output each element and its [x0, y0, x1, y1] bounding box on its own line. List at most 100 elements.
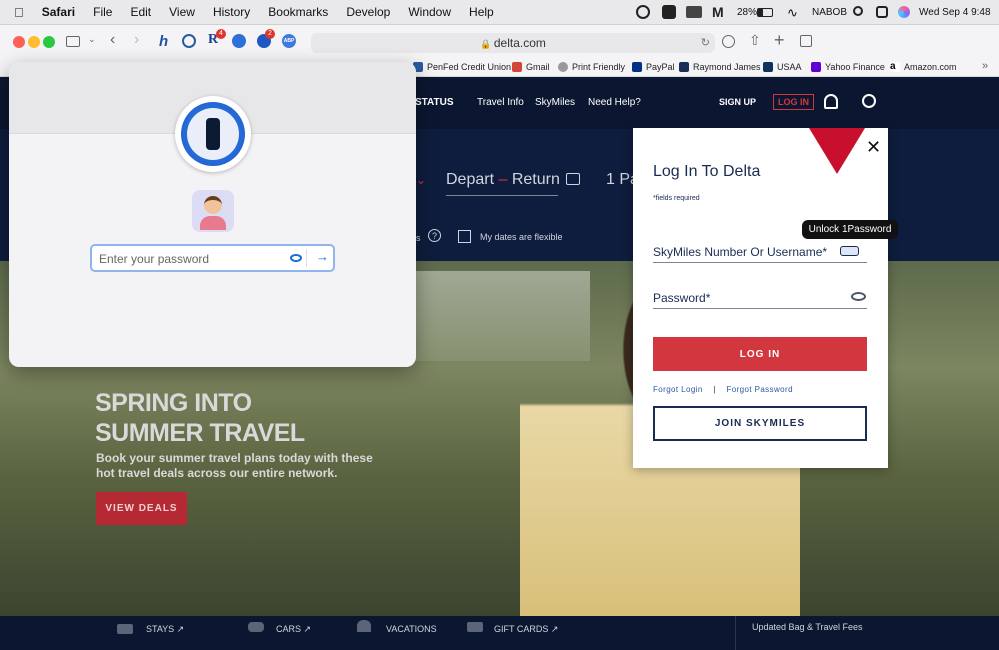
- close-window-button[interactable]: [13, 36, 25, 48]
- bell-icon[interactable]: [824, 94, 838, 109]
- bookmark-gmail[interactable]: Gmail: [512, 62, 550, 72]
- eye-icon[interactable]: [290, 254, 302, 262]
- bookmark-paypal[interactable]: PayPal: [632, 62, 675, 72]
- onepassword-menu-icon[interactable]: [636, 5, 650, 19]
- nav-status[interactable]: STATUS: [415, 97, 454, 108]
- calendar-icon[interactable]: [566, 173, 580, 185]
- input-divider: [306, 249, 307, 267]
- footer-stays[interactable]: STAYS ↗: [146, 624, 184, 635]
- menu-view[interactable]: View: [160, 0, 204, 25]
- nav-sign-up[interactable]: SIGN UP: [719, 97, 756, 107]
- username-label[interactable]: SkyMiles Number Or Username*: [653, 245, 827, 259]
- chevron-down-icon[interactable]: ⌄: [88, 34, 96, 45]
- close-icon[interactable]: ✕: [866, 137, 881, 158]
- date-underline: [446, 195, 558, 196]
- menu-app-name[interactable]: Safari: [33, 0, 84, 25]
- nav-need-help[interactable]: Need Help?: [588, 97, 641, 108]
- battery-icon[interactable]: [757, 8, 773, 17]
- login-button[interactable]: LOG IN: [653, 337, 867, 371]
- login-modal: ✕ Log In To Delta *fields required SkyMi…: [633, 128, 888, 468]
- bookmark-print-friendly[interactable]: Print Friendly: [558, 62, 625, 72]
- extension-r-badge: 4: [216, 29, 226, 39]
- delta-logo: [809, 128, 865, 174]
- password-label[interactable]: Password*: [653, 291, 710, 305]
- forward-icon[interactable]: ›: [134, 31, 139, 49]
- password-underline: [653, 308, 867, 309]
- password-input[interactable]: Enter your password →: [90, 244, 335, 272]
- share-icon[interactable]: ⇧: [749, 32, 761, 49]
- nav-travel-info[interactable]: Travel Info: [477, 97, 524, 108]
- bookmark-usaa[interactable]: USAA: [763, 62, 802, 72]
- extension-menu-icon[interactable]: [662, 5, 676, 19]
- bookmark-penfed[interactable]: PenFed Credit Union: [413, 62, 511, 72]
- help-icon[interactable]: ?: [428, 229, 441, 242]
- menu-edit[interactable]: Edit: [121, 0, 160, 25]
- tab-overview-icon[interactable]: [800, 35, 812, 47]
- menu-history[interactable]: History: [204, 0, 259, 25]
- bookmark-amazon[interactable]: a Amazon.com: [890, 62, 957, 72]
- clock[interactable]: Wed Sep 4 9:48: [919, 0, 991, 25]
- fields-required-note: *fields required: [653, 195, 700, 202]
- forgot-password-link[interactable]: Forgot Password: [726, 385, 792, 394]
- login-title: Log In To Delta: [653, 163, 761, 180]
- depart-field[interactable]: Depart – Return: [446, 171, 560, 189]
- footer-vacations[interactable]: VACATIONS: [386, 624, 437, 634]
- hero-title: SPRING INTO SUMMER TRAVEL: [95, 389, 305, 447]
- menu-develop[interactable]: Develop: [337, 0, 399, 25]
- control-center-icon[interactable]: [876, 6, 888, 18]
- back-icon[interactable]: ‹: [110, 31, 115, 49]
- onepassword-extension-icon[interactable]: [182, 34, 196, 48]
- flexible-dates-checkbox[interactable]: [458, 230, 471, 243]
- forgot-login-link[interactable]: Forgot Login: [653, 385, 703, 394]
- url-text: delta.com: [493, 36, 546, 50]
- bookmark-raymond-james[interactable]: Raymond James: [679, 62, 761, 72]
- chevron-down-icon[interactable]: ⌄: [416, 173, 426, 187]
- palm-tree-icon: [357, 620, 371, 632]
- arrow-right-icon[interactable]: →: [316, 249, 329, 264]
- menu-file[interactable]: File: [84, 0, 121, 25]
- address-bar[interactable]: 🔒 delta.com ↻: [311, 33, 715, 53]
- spotlight-icon[interactable]: [853, 6, 863, 16]
- screen-icon[interactable]: [686, 6, 702, 18]
- m-app-icon[interactable]: M: [712, 4, 724, 20]
- extension-h-icon[interactable]: h: [159, 33, 168, 50]
- flexible-dates-label: My dates are flexible: [480, 232, 563, 242]
- join-skymiles-button[interactable]: JOIN SKYMILES: [653, 406, 867, 441]
- menu-help[interactable]: Help: [460, 0, 503, 25]
- footer-bag-fees[interactable]: Updated Bag & Travel Fees: [752, 622, 863, 632]
- globe-extension-icon[interactable]: [232, 34, 246, 48]
- username-underline: [653, 262, 867, 263]
- menu-bookmarks[interactable]: Bookmarks: [259, 0, 337, 25]
- bookmark-yahoo-finance[interactable]: Yahoo Finance: [811, 62, 885, 72]
- amazon-icon: a: [890, 62, 900, 72]
- apple-icon[interactable]: : [0, 0, 33, 25]
- search-icon[interactable]: [862, 94, 876, 108]
- sidebar-icon[interactable]: [66, 36, 80, 47]
- more-bookmarks-icon[interactable]: »: [982, 60, 988, 72]
- reload-icon[interactable]: ↻: [701, 33, 710, 53]
- footer-gift-cards[interactable]: GIFT CARDS ↗: [494, 624, 558, 635]
- onepassword-inline-icon[interactable]: [840, 246, 859, 256]
- nav-skymiles[interactable]: SkyMiles: [535, 97, 575, 108]
- forgot-links: Forgot Login | Forgot Password: [653, 385, 793, 394]
- link-separator: |: [713, 385, 716, 394]
- siri-icon[interactable]: [898, 6, 910, 18]
- new-tab-icon[interactable]: +: [774, 30, 785, 51]
- menu-window[interactable]: Window: [399, 0, 460, 25]
- network-name[interactable]: NABOB: [812, 0, 847, 25]
- nav-log-in[interactable]: LOG IN: [773, 94, 814, 110]
- wifi-icon[interactable]: ∿: [787, 5, 798, 21]
- gmail-icon: [512, 62, 522, 72]
- extension-p-badge: 2: [265, 29, 275, 39]
- raymond-james-icon: [679, 62, 689, 72]
- unlock-tooltip: Unlock 1Password: [802, 220, 898, 239]
- hero-subtitle: Book your summer travel plans today with…: [96, 451, 373, 480]
- download-icon[interactable]: [722, 35, 735, 48]
- minimize-window-button[interactable]: [28, 36, 40, 48]
- view-deals-button[interactable]: VIEW DEALS: [96, 492, 187, 525]
- adblock-extension-icon[interactable]: ABP: [282, 34, 296, 48]
- eye-slash-icon[interactable]: [851, 292, 866, 301]
- footer-cars[interactable]: CARS ↗: [276, 624, 311, 635]
- battery-percent: 28%: [737, 7, 758, 18]
- zoom-window-button[interactable]: [43, 36, 55, 48]
